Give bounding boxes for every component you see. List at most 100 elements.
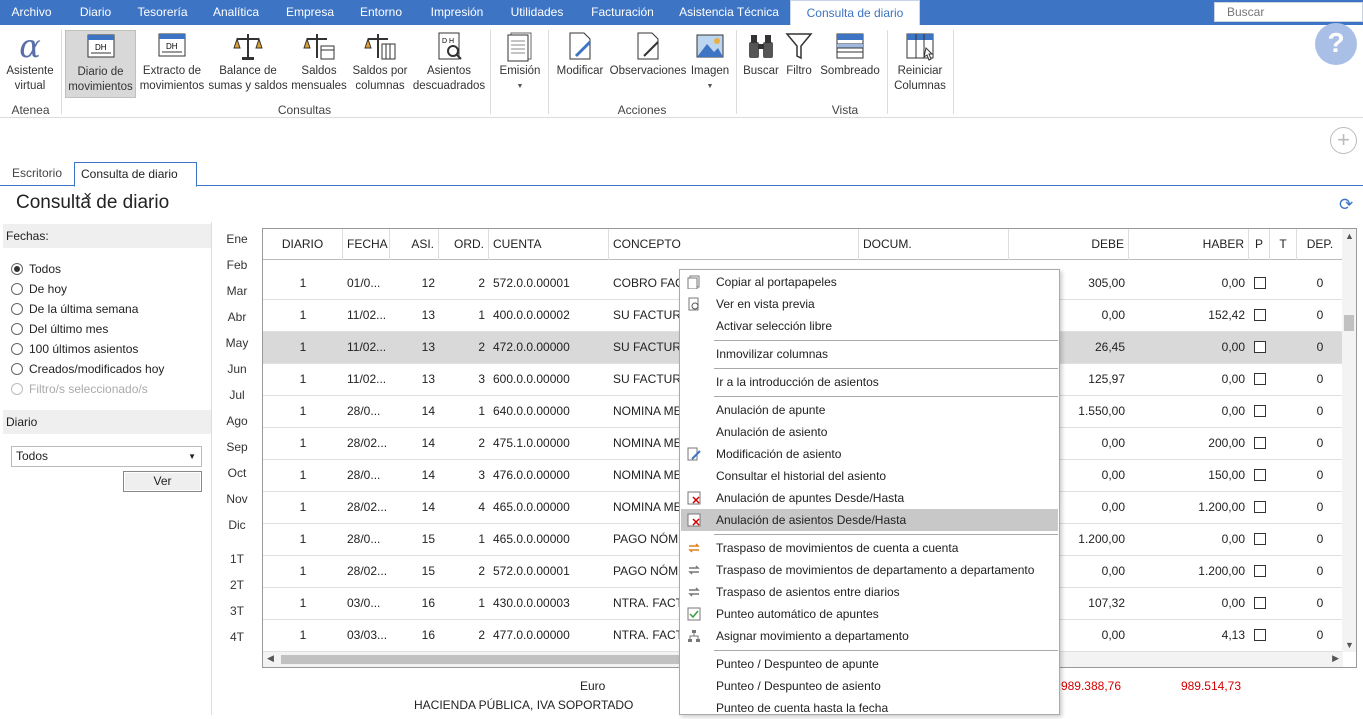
cell-p[interactable] [1249,460,1270,492]
filtro-button[interactable]: Filtro [783,30,815,98]
cell-p[interactable] [1249,556,1270,588]
col-ord[interactable]: ORD. [439,229,489,260]
ctx-traspaso-cuentas[interactable]: Traspaso de movimientos de cuenta a cuen… [681,537,1058,559]
quarter-item[interactable]: 4T [220,630,254,644]
refresh-icon[interactable]: ⟳ [1339,195,1353,215]
menu-analitica[interactable]: Analítica [197,0,275,25]
cell-t[interactable] [1270,332,1297,364]
tab-escritorio[interactable]: Escritorio [6,162,68,186]
cell-p[interactable] [1249,620,1270,652]
month-item[interactable]: Mar [220,284,254,298]
scroll-right-icon[interactable]: ▶ [1332,653,1339,664]
scroll-thumb[interactable] [1344,315,1354,331]
col-fecha[interactable]: FECHA [343,229,390,260]
balance-sumas-saldos-button[interactable]: Balance de sumas y saldos [208,30,288,98]
col-cuenta[interactable]: CUENTA [489,229,609,260]
ctx-modificacion-asiento[interactable]: Modificación de asiento [681,443,1058,465]
cell-t[interactable] [1270,556,1297,588]
ctx-ir-introduccion[interactable]: Ir a la introducción de asientos [681,371,1058,393]
checkbox[interactable] [1253,405,1266,417]
ctx-punteo-cuenta-fecha[interactable]: Punteo de cuenta hasta la fecha [681,697,1058,719]
cell-t[interactable] [1270,268,1297,300]
radio-de-hoy[interactable]: De hoy [11,279,67,299]
month-item[interactable]: Ago [220,414,254,428]
checkbox[interactable] [1253,629,1266,641]
col-concepto[interactable]: CONCEPTO [609,229,859,260]
radio-creados-hoy[interactable]: Creados/modificados hoy [11,359,164,379]
month-item[interactable]: Jul [220,388,254,402]
ctx-anulacion-asiento[interactable]: Anulación de asiento [681,421,1058,443]
imagen-button[interactable]: Imagen ▼ [689,30,731,98]
ctx-seleccion-libre[interactable]: Activar selección libre [681,315,1058,337]
help-icon[interactable]: ? [1315,23,1357,65]
quarter-item[interactable]: 3T [220,604,254,618]
ctx-punteo-asiento[interactable]: Punteo / Despunteo de asiento [681,675,1058,697]
buscar-button[interactable]: Buscar [741,30,781,98]
ctx-asignar-departamento[interactable]: Asignar movimiento a departamento [681,625,1058,647]
quarter-item[interactable]: 2T [220,578,254,592]
quarter-item[interactable]: 1T [220,552,254,566]
menu-archivo[interactable]: Archivo [0,0,63,25]
ctx-historial[interactable]: Consultar el historial del asiento [681,465,1058,487]
month-item[interactable]: May [220,336,254,350]
ctx-traspaso-departamentos[interactable]: Traspaso de movimientos de departamento … [681,559,1058,581]
ctx-anulacion-asientos-rango[interactable]: Anulación de asientos Desde/Hasta [681,509,1058,531]
month-item[interactable]: Sep [220,440,254,454]
col-debe[interactable]: DEBE [1009,229,1129,260]
menu-diario[interactable]: Diario [63,0,128,25]
cell-p[interactable] [1249,428,1270,460]
scroll-thumb[interactable] [281,655,681,664]
menu-facturacion[interactable]: Facturación [577,0,668,25]
sombreado-button[interactable]: Sombreado [817,30,883,98]
ctx-anulacion-apuntes-rango[interactable]: Anulación de apuntes Desde/Hasta [681,487,1058,509]
menu-asistencia-tecnica[interactable]: Asistencia Técnica [668,0,790,25]
asientos-descuadrados-button[interactable]: D H Asientos descuadrados [412,30,486,98]
cell-t[interactable] [1270,396,1297,428]
radio-todos[interactable]: Todos [11,259,61,279]
observaciones-button[interactable]: Observaciones [609,30,687,98]
col-p[interactable]: P [1249,229,1270,260]
cell-t[interactable] [1270,364,1297,396]
cell-p[interactable] [1249,364,1270,396]
checkbox[interactable] [1253,309,1266,321]
month-item[interactable]: Oct [220,466,254,480]
cell-t[interactable] [1270,492,1297,524]
checkbox[interactable] [1253,565,1266,577]
radio-100-ultimos[interactable]: 100 últimos asientos [11,339,138,359]
cell-p[interactable] [1249,300,1270,332]
radio-ultima-semana[interactable]: De la última semana [11,299,138,319]
menu-utilidades[interactable]: Utilidades [497,0,577,25]
emision-button[interactable]: Emisión ▼ [495,30,545,98]
col-docum[interactable]: DOCUM. [859,229,1009,260]
col-haber[interactable]: HABER [1129,229,1249,260]
cell-t[interactable] [1270,620,1297,652]
ctx-inmovilizar[interactable]: Inmovilizar columnas [681,343,1058,365]
cell-p[interactable] [1249,332,1270,364]
saldos-mensuales-button[interactable]: Saldos mensuales [290,30,348,98]
cell-p[interactable] [1249,268,1270,300]
modificar-button[interactable]: Modificar [553,30,607,98]
ctx-punteo-automatico[interactable]: Punteo automático de apuntes [681,603,1058,625]
radio-ultimo-mes[interactable]: Del último mes [11,319,108,339]
month-item[interactable]: Ene [220,232,254,246]
menu-entorno[interactable]: Entorno [345,0,417,25]
ver-button[interactable]: Ver [123,471,202,492]
extracto-movimientos-button[interactable]: DH Extracto de movimientos [138,30,206,98]
ctx-punteo-apunte[interactable]: Punteo / Despunteo de apunte [681,653,1058,675]
checkbox[interactable] [1253,533,1266,545]
checkbox[interactable] [1253,501,1266,513]
scroll-down-icon[interactable]: ▼ [1345,640,1354,650]
menu-impresion[interactable]: Impresión [417,0,497,25]
search-input[interactable]: Buscar [1214,2,1363,22]
cell-p[interactable] [1249,588,1270,620]
cell-t[interactable] [1270,524,1297,556]
vertical-scrollbar[interactable]: ▲ ▼ [1342,229,1356,652]
col-t[interactable]: T [1270,229,1297,260]
cell-p[interactable] [1249,396,1270,428]
ctx-vista-previa[interactable]: Ver en vista previa [681,293,1058,315]
checkbox[interactable] [1253,277,1266,289]
reiniciar-columnas-button[interactable]: Reiniciar Columnas [892,30,948,98]
add-tab-icon[interactable]: + [1330,127,1357,154]
asistente-virtual-button[interactable]: α Asistente virtual [3,30,57,98]
menu-consulta-de-diario[interactable]: Consulta de diario [790,0,920,25]
